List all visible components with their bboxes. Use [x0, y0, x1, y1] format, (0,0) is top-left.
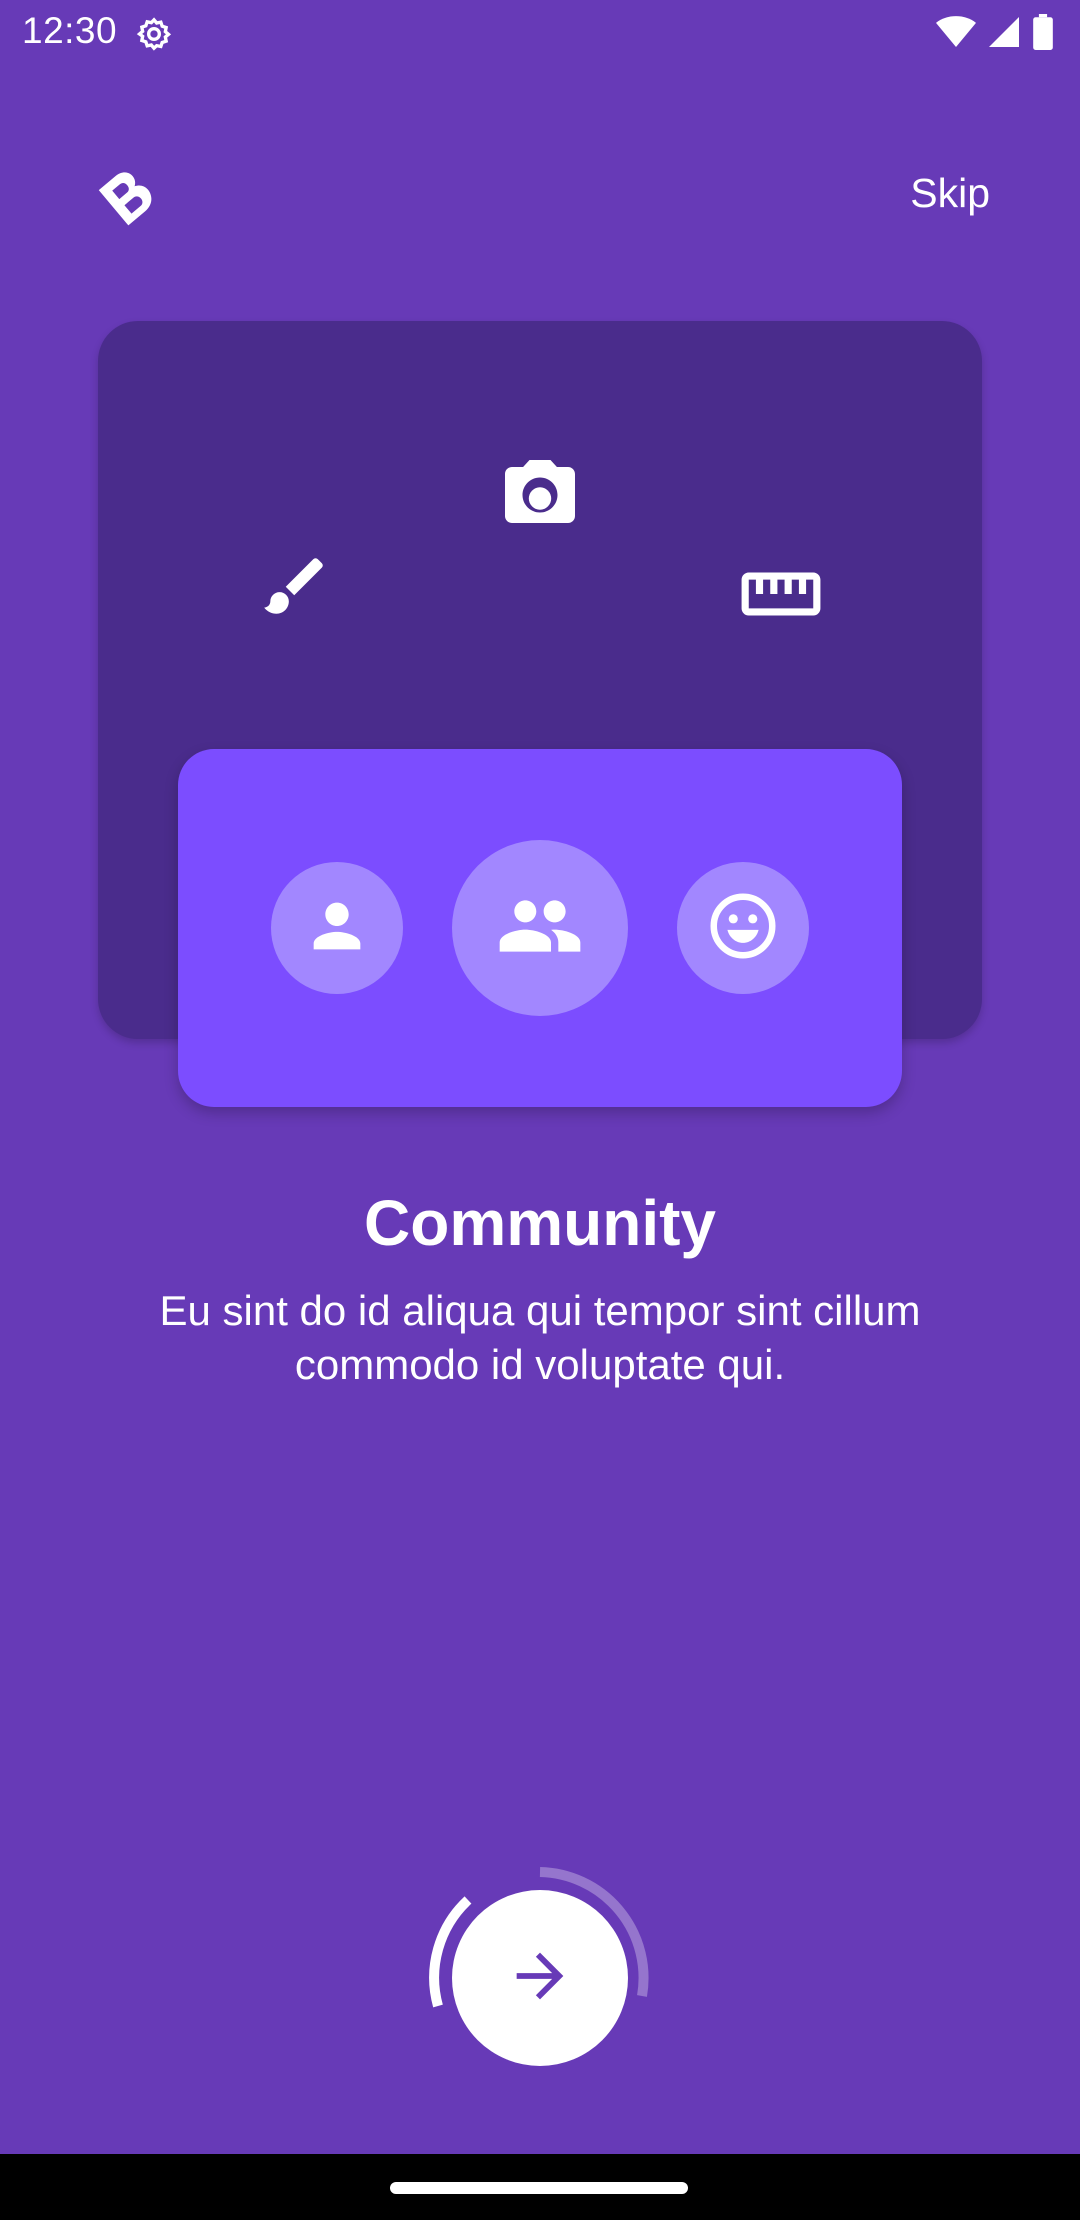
status-time: 12:30: [22, 10, 118, 51]
status-icons: [936, 13, 1054, 55]
person-circle: [271, 862, 403, 994]
person-icon: [302, 891, 372, 966]
people-circle: [452, 840, 628, 1016]
next-button[interactable]: [452, 1890, 628, 2066]
arrow-right-icon: [505, 1941, 575, 2016]
illustration-front-card: [178, 749, 902, 1107]
camera-icon: [498, 453, 582, 542]
page-description: Eu sint do id aliqua qui tempor sint cil…: [159, 1287, 921, 1388]
next-button-container: [428, 1866, 652, 2090]
onboarding-screen: 12:30 Skip Community Eu sint do id aliqu…: [0, 0, 1080, 2220]
smiley-icon: [704, 887, 782, 970]
home-gesture-handle[interactable]: [390, 2182, 688, 2194]
page-title: Community: [364, 1187, 716, 1259]
settings-icon: [134, 14, 174, 54]
skip-button[interactable]: Skip: [910, 170, 990, 217]
b-logo-icon: [96, 165, 160, 229]
navigation-bar: [0, 2154, 1080, 2220]
battery-icon: [1032, 13, 1054, 55]
people-icon: [496, 882, 584, 975]
wifi-icon: [936, 15, 976, 54]
brush-icon: [258, 549, 332, 628]
signal-icon: [986, 14, 1022, 55]
status-bar: 12:30: [0, 0, 1080, 66]
ruler-icon: [738, 551, 824, 642]
smiley-circle: [677, 862, 809, 994]
